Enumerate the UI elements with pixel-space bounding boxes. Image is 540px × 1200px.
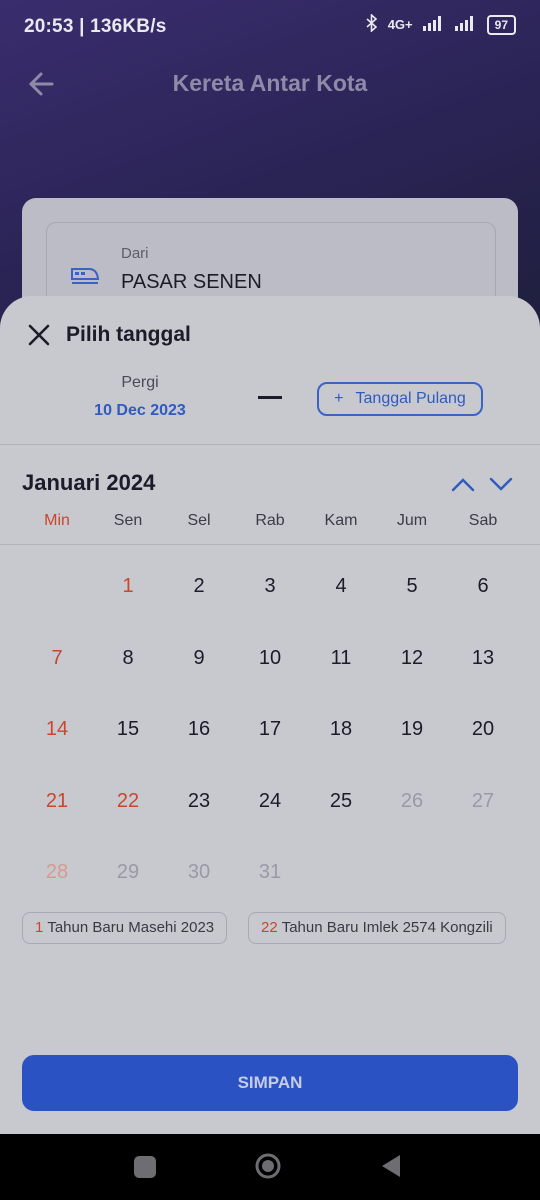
system-nav-bar <box>0 1134 540 1200</box>
calendar-day[interactable]: 4 <box>305 566 377 606</box>
holiday-name: Tahun Baru Masehi 2023 <box>47 919 215 936</box>
calendar-day[interactable]: 7 <box>21 638 93 678</box>
calendar-day[interactable]: 1 <box>92 566 164 606</box>
app-header: Kereta Antar Kota <box>0 56 540 116</box>
home-icon[interactable] <box>254 1152 282 1180</box>
signal-icon <box>422 15 445 34</box>
calendar-day[interactable]: 25 <box>305 781 377 821</box>
calendar-day-disabled: 27 <box>471 790 495 812</box>
bluetooth-icon <box>366 13 378 35</box>
calendar-day[interactable]: 8 <box>92 638 164 678</box>
calendar-day[interactable]: 6 <box>447 566 519 606</box>
divider <box>0 544 540 545</box>
close-icon[interactable] <box>24 320 54 350</box>
status-icons: 4G+ 97 <box>366 13 516 35</box>
network-label: 4G+ <box>387 17 413 32</box>
from-value: PASAR SENEN <box>121 271 262 293</box>
calendar-day-disabled: 29 <box>116 861 140 883</box>
page-title: Kereta Antar Kota <box>172 70 368 96</box>
calendar-day[interactable]: 2 <box>163 566 235 606</box>
weekday-sel: Sel <box>187 512 211 529</box>
calendar-day[interactable]: 10 <box>234 638 306 678</box>
battery-icon: 97 <box>486 14 516 35</box>
weekday-sab: Sab <box>468 512 498 529</box>
calendar-day[interactable]: 14 <box>21 709 93 749</box>
weekday-kam: Kam <box>324 512 358 529</box>
calendar-day[interactable]: 11 <box>305 638 377 678</box>
return-date-label: Tanggal Pulang <box>355 390 466 407</box>
weekday-header: Min Sen Sel Rab Kam Jum Sab <box>21 512 521 536</box>
weekday-sen: Sen <box>113 512 143 529</box>
calendar-day[interactable]: 12 <box>376 638 448 678</box>
calendar-day[interactable]: 9 <box>163 638 235 678</box>
divider <box>0 444 540 445</box>
calendar-grid: 1 2 3 4 5 6 7 8 9 10 11 12 13 14 15 16 1… <box>21 556 521 926</box>
date-picker-sheet: Pilih tanggal Pergi 10 Dec 2023 + Tangga… <box>0 296 540 1134</box>
weekday-min: Min <box>44 512 70 529</box>
month-label: Januari 2024 <box>22 470 156 495</box>
calendar-day[interactable]: 24 <box>234 781 306 821</box>
calendar-day[interactable]: 17 <box>234 709 306 749</box>
holiday-list: 1 Tahun Baru Masehi 2023 22 Tahun Baru Iml… <box>22 912 522 946</box>
calendar-day-disabled: 28 <box>45 861 69 883</box>
calendar-day[interactable]: 19 <box>376 709 448 749</box>
holiday-day: 22 <box>261 919 278 936</box>
calendar-day[interactable]: 3 <box>234 566 306 606</box>
previous-month-chevron-up-icon[interactable] <box>450 474 476 494</box>
calendar-day-disabled: 26 <box>400 790 424 812</box>
calendar-day[interactable]: 21 <box>21 781 93 821</box>
calendar-day[interactable]: 13 <box>447 638 519 678</box>
train-icon <box>69 259 101 291</box>
return-date-button[interactable]: + Tanggal Pulang <box>317 382 483 416</box>
calendar-day[interactable]: 5 <box>376 566 448 606</box>
holiday-day: 1 <box>35 919 44 936</box>
weekday-jum: Jum <box>396 512 428 529</box>
calendar-day[interactable]: 22 <box>92 781 164 821</box>
sheet-title: Pilih tanggal <box>66 323 191 346</box>
date-separator <box>258 396 282 399</box>
status-bar: 20:53 | 136KB/s 4G+ 97 <box>0 0 540 56</box>
departure-date[interactable]: 10 Dec 2023 <box>0 402 280 420</box>
calendar-day[interactable]: 23 <box>163 781 235 821</box>
calendar-day-disabled: 31 <box>258 861 282 883</box>
departure-label: Pergi <box>121 374 159 391</box>
recent-apps-icon[interactable] <box>134 1156 156 1178</box>
calendar-day-disabled: 30 <box>187 861 211 883</box>
calendar-day[interactable]: 15 <box>92 709 164 749</box>
holiday-chip: 22 Tahun Baru Imlek 2574 Kongzili <box>248 912 506 944</box>
save-button[interactable]: SIMPAN <box>22 1055 518 1111</box>
from-label: Dari <box>121 245 149 262</box>
calendar-day[interactable]: 16 <box>163 709 235 749</box>
holiday-chip: 1 Tahun Baru Masehi 2023 <box>22 912 228 944</box>
signal-icon-2 <box>454 15 477 34</box>
calendar-day[interactable]: 18 <box>305 709 377 749</box>
calendar-day[interactable]: 20 <box>447 709 519 749</box>
weekday-rab: Rab <box>255 512 285 529</box>
status-time-speed: 20:53 | 136KB/s <box>24 16 167 37</box>
back-triangle-icon[interactable] <box>378 1152 404 1180</box>
next-month-chevron-down-icon[interactable] <box>488 474 514 494</box>
holiday-name: Tahun Baru Imlek 2574 Kongzili <box>281 919 493 936</box>
plus-icon: + <box>334 390 344 407</box>
